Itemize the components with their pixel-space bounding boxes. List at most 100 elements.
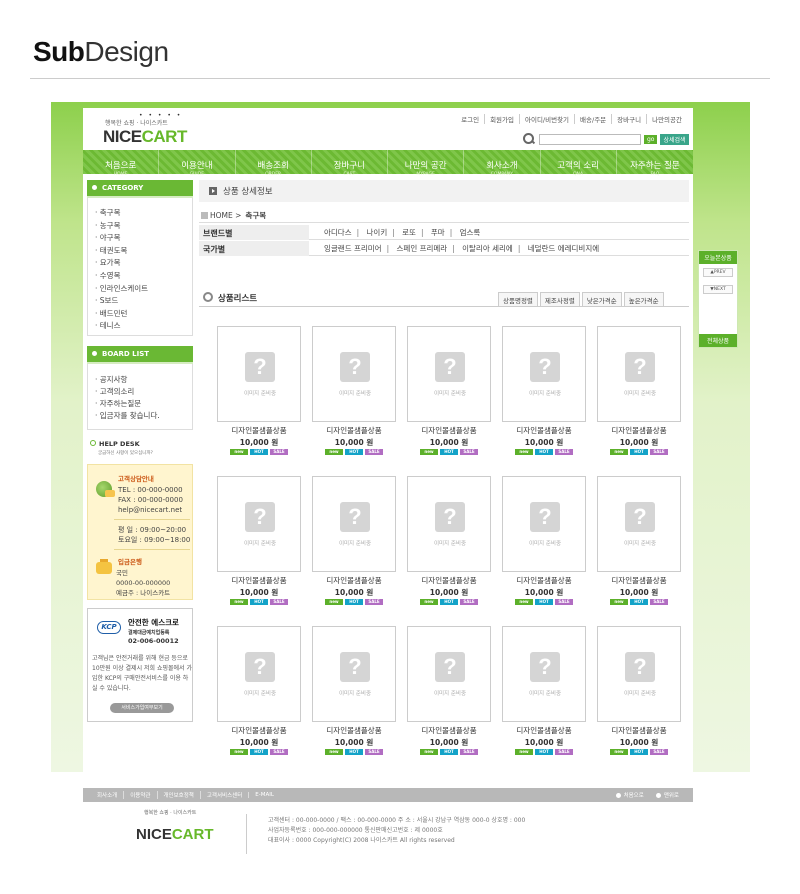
site-logo[interactable]: NICECART [103, 127, 187, 147]
product-card[interactable]: ? 이미지 준비중 디자인몰샘플상품 10,000 원 new HOT SALE [407, 326, 491, 455]
nav-order[interactable]: 배송조회 ORDER [236, 150, 312, 177]
product-image[interactable]: ? 이미지 준비중 [597, 626, 681, 722]
category-item[interactable]: · 축구복 [95, 207, 148, 220]
brand-option[interactable]: 푸마 [426, 228, 450, 237]
country-option[interactable]: 잉글랜드 프리미어 [319, 244, 387, 253]
footer-company-link[interactable]: 회사소개 [91, 791, 123, 799]
product-image[interactable]: ? 이미지 준비중 [407, 476, 491, 572]
brand-option[interactable]: 엄스록 [455, 228, 486, 237]
nav-cart[interactable]: 장바구니 CART [312, 150, 388, 177]
recent-prev-button[interactable]: ▲PREV [703, 268, 733, 277]
nav-company[interactable]: 회사소개 COMPANY [464, 150, 541, 177]
brand-option[interactable]: 로또 [397, 228, 421, 237]
product-image[interactable]: ? 이미지 준비중 [217, 476, 301, 572]
product-name[interactable]: 디자인몰샘플상품 [217, 425, 301, 436]
category-item[interactable]: · 태권도복 [95, 245, 148, 258]
product-name[interactable]: 디자인몰샘플상품 [312, 725, 396, 736]
product-image[interactable]: ? 이미지 준비중 [312, 626, 396, 722]
nav-faq[interactable]: 자주하는 질문 FAQ [617, 150, 693, 177]
product-card[interactable]: ? 이미지 준비중 디자인몰샘플상품 10,000 원 new HOT SALE [217, 476, 301, 605]
product-image[interactable]: ? 이미지 준비중 [502, 326, 586, 422]
product-name[interactable]: 디자인몰샘플상품 [217, 725, 301, 736]
breadcrumb-home[interactable]: HOME > [210, 211, 241, 220]
product-name[interactable]: 디자인몰샘플상품 [312, 575, 396, 586]
search-go-button[interactable]: go [644, 134, 658, 144]
product-image[interactable]: ? 이미지 준비중 [597, 476, 681, 572]
country-option[interactable]: 이탈리아 세리에 [457, 244, 518, 253]
mypage-link[interactable]: 나만의공간 [646, 114, 687, 124]
nav-home[interactable]: 처음으로 HOME [83, 150, 160, 177]
product-name[interactable]: 디자인몰샘플상품 [597, 425, 681, 436]
all-products-button[interactable]: 전체상품 [699, 334, 737, 347]
login-link[interactable]: 로그인 [456, 114, 484, 124]
product-name[interactable]: 디자인몰샘플상품 [597, 575, 681, 586]
footer-top-link[interactable]: 맨위로 [656, 791, 679, 799]
recent-next-button[interactable]: ▼NEXT [703, 285, 733, 294]
nav-guide[interactable]: 이용안내 GUIDE [159, 150, 236, 177]
search-input[interactable] [539, 133, 641, 145]
product-card[interactable]: ? 이미지 준비중 디자인몰샘플상품 10,000 원 new HOT SALE [502, 626, 586, 755]
product-card[interactable]: ? 이미지 준비중 디자인몰샘플상품 10,000 원 new HOT SALE [502, 326, 586, 455]
category-item[interactable]: · 야구복 [95, 232, 148, 245]
product-card[interactable]: ? 이미지 준비중 디자인몰샘플상품 10,000 원 new HOT SALE [597, 476, 681, 605]
product-image[interactable]: ? 이미지 준비중 [217, 326, 301, 422]
find-account-link[interactable]: 아이디/비번찾기 [518, 114, 574, 124]
product-name[interactable]: 디자인몰샘플상품 [502, 725, 586, 736]
product-card[interactable]: ? 이미지 준비중 디자인몰샘플상품 10,000 원 new HOT SALE [502, 476, 586, 605]
product-name[interactable]: 디자인몰샘플상품 [407, 725, 491, 736]
category-item[interactable]: · 테니스 [95, 320, 148, 333]
product-name[interactable]: 디자인몰샘플상품 [407, 575, 491, 586]
nav-qna[interactable]: 고객의 소리 QNA [541, 150, 617, 177]
product-card[interactable]: ? 이미지 준비중 디자인몰샘플상품 10,000 원 new HOT SALE [597, 626, 681, 755]
detail-search-button[interactable]: 상세검색 [660, 133, 689, 145]
product-image[interactable]: ? 이미지 준비중 [407, 326, 491, 422]
product-card[interactable]: ? 이미지 준비중 디자인몰샘플상품 10,000 원 new HOT SALE [217, 626, 301, 755]
sort-by-low-price-tab[interactable]: 낮은가격순 [581, 292, 622, 307]
product-image[interactable]: ? 이미지 준비중 [312, 476, 396, 572]
footer-service-link[interactable]: 고객서비스센터 [199, 791, 248, 799]
sort-by-high-price-tab[interactable]: 높은가격순 [623, 292, 664, 307]
product-image[interactable]: ? 이미지 준비중 [312, 326, 396, 422]
category-item[interactable]: · 수영복 [95, 270, 148, 283]
category-item[interactable]: · S보드 [95, 295, 148, 308]
footer-privacy-link[interactable]: 개인보호정책 [156, 791, 200, 799]
join-link[interactable]: 회원가입 [484, 114, 519, 124]
product-card[interactable]: ? 이미지 준비중 디자인몰샘플상품 10,000 원 new HOT SALE [597, 326, 681, 455]
escrow-check-button[interactable]: 서비스가입여부보기 [110, 703, 174, 713]
product-name[interactable]: 디자인몰샘플상품 [502, 425, 586, 436]
product-name[interactable]: 디자인몰샘플상품 [407, 425, 491, 436]
board-item[interactable]: · 입금자를 찾습니다. [95, 410, 160, 422]
product-image[interactable]: ? 이미지 준비중 [502, 476, 586, 572]
sort-by-name-tab[interactable]: 상품명정렬 [498, 292, 538, 307]
product-image[interactable]: ? 이미지 준비중 [217, 626, 301, 722]
footer-email-link[interactable]: E-MAIL [248, 792, 280, 798]
product-image[interactable]: ? 이미지 준비중 [597, 326, 681, 422]
product-name[interactable]: 디자인몰샘플상품 [312, 425, 396, 436]
footer-terms-link[interactable]: 이용약관 [123, 791, 156, 799]
order-link[interactable]: 배송/주문 [574, 114, 611, 124]
product-card[interactable]: ? 이미지 준비중 디자인몰샘플상품 10,000 원 new HOT SALE [312, 326, 396, 455]
board-item[interactable]: · 공지사항 [95, 374, 160, 386]
nav-mypage[interactable]: 나만의 공간 MYPAGE [388, 150, 465, 177]
product-card[interactable]: ? 이미지 준비중 디자인몰샘플상품 10,000 원 new HOT SALE [312, 626, 396, 755]
product-image[interactable]: ? 이미지 준비중 [502, 626, 586, 722]
country-option[interactable]: 스페인 프리메라 [392, 244, 453, 253]
cart-link[interactable]: 장바구니 [611, 114, 646, 124]
product-card[interactable]: ? 이미지 준비중 디자인몰샘플상품 10,000 원 new HOT SALE [217, 326, 301, 455]
category-item[interactable]: · 인라인스케이트 [95, 283, 148, 296]
product-card[interactable]: ? 이미지 준비중 디자인몰샘플상품 10,000 원 new HOT SALE [407, 476, 491, 605]
board-item[interactable]: · 고객의소리 [95, 386, 160, 398]
country-option[interactable]: 네덜란드 에레디비지에 [523, 244, 604, 253]
footer-home-link[interactable]: 처음으로 [616, 791, 644, 799]
brand-option[interactable]: 나이키 [362, 228, 393, 237]
category-item[interactable]: · 배드민턴 [95, 308, 148, 321]
product-name[interactable]: 디자인몰샘플상품 [217, 575, 301, 586]
category-item[interactable]: · 농구복 [95, 220, 148, 233]
category-item[interactable]: · 요가복 [95, 257, 148, 270]
sort-by-maker-tab[interactable]: 제조사정렬 [539, 292, 580, 307]
board-item[interactable]: · 자주하는질문 [95, 398, 160, 410]
product-card[interactable]: ? 이미지 준비중 디자인몰샘플상품 10,000 원 new HOT SALE [407, 626, 491, 755]
product-card[interactable]: ? 이미지 준비중 디자인몰샘플상품 10,000 원 new HOT SALE [312, 476, 396, 605]
product-image[interactable]: ? 이미지 준비중 [407, 626, 491, 722]
product-name[interactable]: 디자인몰샘플상품 [502, 575, 586, 586]
